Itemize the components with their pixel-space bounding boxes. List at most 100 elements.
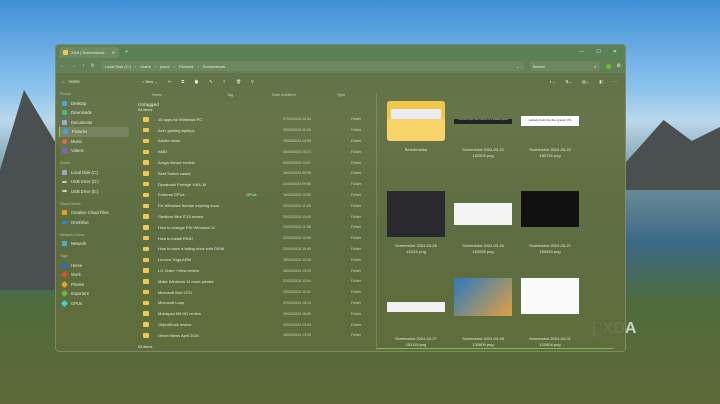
sidebar-item-tag[interactable]: Important: [59, 289, 129, 299]
close-button[interactable]: ✕: [613, 49, 617, 55]
table-row[interactable]: 10 apps for Windows PC 17/04/2024 12:24 Fo…: [138, 114, 374, 125]
new-button[interactable]: ● New ⌄: [142, 79, 158, 84]
sidebar-item-drive-c[interactable]: Local Disk (C:): [59, 168, 129, 178]
sidebar-item-home[interactable]: ⌂ Home: [59, 77, 129, 87]
sidebar-item-downloads[interactable]: Downloads: [59, 108, 129, 118]
folder-icon: [143, 333, 149, 338]
copy-icon[interactable]: ⧉: [181, 79, 184, 84]
table-row[interactable]: Omen News April 2024 18/04/2024 13:30 Fold…: [138, 330, 374, 341]
table-row[interactable]: External GPUs GPUs 18/04/2024 12:52 Folder: [138, 190, 374, 201]
table-row[interactable]: How to change PIN Windows 11 23/04/2024 1…: [138, 222, 374, 233]
more-icon[interactable]: ⋯: [613, 79, 617, 84]
tag-icon: [60, 280, 69, 288]
up-icon[interactable]: ↑: [82, 63, 85, 69]
sidebar: ⌂ Home Pinned Desktop Downloads Documents…: [56, 73, 132, 351]
table-row[interactable]: Dynabook Portégé X40L-M 24/04/2024 09:50 F…: [138, 179, 374, 190]
sidebar-item-drive-e[interactable]: USB Drive (E:): [59, 187, 129, 197]
section-cloud[interactable]: Cloud Drives: [59, 199, 129, 208]
header-date[interactable]: Date modified: [272, 93, 337, 97]
minimize-button[interactable]: —: [579, 49, 584, 55]
back-icon[interactable]: ←: [60, 63, 65, 69]
table-row[interactable]: ObjectDock review 02/04/2024 13:03 Folder: [138, 319, 374, 330]
crumb[interactable]: Local Disk (C:): [105, 64, 131, 69]
folder-icon: [143, 257, 149, 262]
section-network[interactable]: Network Drives: [59, 230, 129, 239]
sidebar-item-network[interactable]: Network: [59, 239, 129, 249]
tag-icon: [60, 261, 69, 269]
sidebar-item-creative-cloud[interactable]: Creative Cloud Files: [59, 208, 129, 218]
header-type[interactable]: Type: [337, 93, 345, 97]
sidebar-item-videos[interactable]: Videos: [59, 146, 129, 156]
breadcrumb[interactable]: Local Disk (C:) › Users › joaoc › Pictures › Scr…: [100, 61, 524, 71]
preview-tile[interactable]: Screenshot 2024-03-27 151115.png: [385, 278, 447, 348]
preview-tile[interactable]: Screenshot 2024-04-01 122804.png: [519, 278, 581, 348]
preview-tile[interactable]: Screenshot 2024-03-25 111110.png: [385, 191, 447, 255]
sidebar-item-documents[interactable]: Documents: [59, 118, 129, 128]
table-row[interactable]: Microsoft Bob OTD 29/03/2024 11:01 Folder: [138, 287, 374, 298]
sidebar-item-tag[interactable]: Work: [59, 270, 129, 280]
crumb[interactable]: Pictures: [179, 64, 193, 69]
folder-icon: [143, 322, 149, 327]
table-row[interactable]: Best Switch cases 16/04/2024 09:26 Folder: [138, 168, 374, 179]
table-row[interactable]: How to save a failing drive with DISM 23/…: [138, 244, 374, 255]
sidebar-item-pictures[interactable]: Pictures: [59, 127, 129, 137]
properties-icon[interactable]: ⚲: [251, 79, 254, 84]
preview-pane-icon[interactable]: ◧: [599, 79, 603, 84]
preview-tile[interactable]: I sent these Fujer Tools I need to run a…: [452, 101, 514, 159]
header-name[interactable]: Name: [152, 93, 227, 97]
sidebar-item-tag[interactable]: Photos: [59, 280, 129, 290]
sidebar-item-onedrive[interactable]: OneDrive: [59, 218, 129, 228]
section-drives[interactable]: Drives: [59, 159, 129, 168]
table-row[interactable]: Adobe news 15/04/2024 14:55 Folder: [138, 136, 374, 147]
preview-tile[interactable]: Benchmarks: [385, 101, 447, 153]
thumbnail: [519, 278, 581, 314]
crumb[interactable]: Screenshots: [203, 64, 225, 69]
delete-icon[interactable]: 🗑: [236, 79, 241, 84]
new-tab-button[interactable]: +: [125, 49, 128, 55]
group-count: 54 items: [138, 108, 153, 112]
sort-icon[interactable]: ⇅⌄: [565, 79, 572, 84]
table-row[interactable]: Microsoft Loop 22/04/2024 15:14 Folder: [138, 298, 374, 309]
table-row[interactable]: Mobapad M6 HD review 26/03/2024 16:05 Fold…: [138, 308, 374, 319]
view-options-icon[interactable]: ◐⌄: [550, 79, 556, 84]
table-row[interactable]: Geekom Mini IT13 review 29/03/2024 13:40 F…: [138, 211, 374, 222]
sidebar-item-drive-d[interactable]: USB Drive (D:): [59, 177, 129, 187]
status-icon[interactable]: [605, 63, 611, 69]
thumbnail: [519, 191, 581, 227]
maximize-button[interactable]: ☐: [596, 49, 600, 55]
close-tab-icon[interactable]: ✕: [112, 50, 115, 55]
paste-icon[interactable]: 📋: [194, 79, 199, 84]
cut-icon[interactable]: ✂: [168, 79, 171, 84]
sidebar-item-desktop[interactable]: Desktop: [59, 99, 129, 109]
table-row[interactable]: Acer gaming laptops 09/04/2024 11:43 Folde…: [138, 125, 374, 136]
forward-icon[interactable]: →: [71, 63, 76, 69]
table-row[interactable]: How to install RSAT 22/03/2024 10:56 Folde…: [138, 233, 374, 244]
share-icon[interactable]: ⇪: [223, 79, 226, 84]
search-input[interactable]: Search ⌕: [529, 61, 600, 71]
table-row[interactable]: Fix Windows license expiring soon 25/03/2…: [138, 200, 374, 211]
table-row[interactable]: Lenovo Yoga ARM 18/04/2024 12:26 Folder: [138, 254, 374, 265]
table-row[interactable]: Make Windows 11 more private 22/03/2024 1…: [138, 276, 374, 287]
table-row[interactable]: LG Gram +View review 16/04/2024 13:25 Fold…: [138, 265, 374, 276]
table-row[interactable]: AMD 16/04/2024 15:21 Folder: [138, 146, 374, 157]
preview-tile[interactable]: Screenshot 2024-03-27 150843.png: [519, 191, 581, 255]
layout-icon[interactable]: ▤⌄: [582, 79, 589, 84]
rename-icon[interactable]: ✎: [209, 79, 212, 84]
column-headers: Name Tag Date modified Type: [152, 93, 372, 97]
sidebar-item-music[interactable]: Music: [59, 137, 129, 147]
sidebar-item-tag[interactable]: Home: [59, 261, 129, 271]
gear-icon[interactable]: ⚙: [617, 63, 621, 69]
header-tag[interactable]: Tag: [227, 93, 272, 97]
tab-screenshots[interactable]: XDA | Screenshots ✕: [59, 46, 119, 58]
crumb[interactable]: Users: [140, 64, 150, 69]
crumb[interactable]: joaoc: [160, 64, 170, 69]
preview-tile[interactable]: Screenshot 2024-03-28 132609.png: [452, 278, 514, 348]
preview-tile[interactable]: natively built into the system OS Screens…: [519, 101, 581, 159]
preview-tile[interactable]: Screenshot 2024-03-26 162059.png: [452, 191, 514, 255]
chevron-down-icon[interactable]: ⌄: [516, 64, 519, 69]
section-tags[interactable]: Tags: [59, 252, 129, 261]
refresh-icon[interactable]: ↻: [91, 63, 95, 69]
sidebar-item-tag[interactable]: GPUs: [59, 299, 129, 309]
table-row[interactable]: Aurga Viewer review 04/04/2024 12:07 Folde…: [138, 157, 374, 168]
section-pinned[interactable]: Pinned: [59, 90, 129, 99]
